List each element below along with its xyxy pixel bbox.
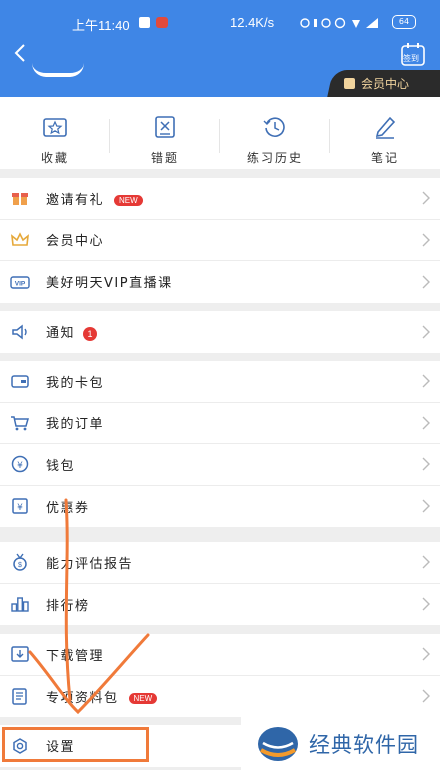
signin-button[interactable]: 签到 bbox=[399, 42, 427, 68]
menu-item-notifications[interactable]: 通知 1 bbox=[0, 311, 440, 353]
watermark-logo-icon bbox=[258, 726, 298, 761]
star-box-icon bbox=[43, 118, 67, 137]
menu-item-label: 我的卡包 bbox=[46, 375, 105, 391]
menu-group-notifications: 通知 1 bbox=[0, 311, 440, 353]
svg-text:¥: ¥ bbox=[17, 503, 23, 513]
menu-item-ranking[interactable]: 排行榜 bbox=[0, 584, 440, 626]
menu-item-label: 排行榜 bbox=[46, 598, 90, 614]
svg-text:¥: ¥ bbox=[17, 461, 23, 471]
avatar[interactable] bbox=[32, 63, 84, 77]
menu-item-vip-live[interactable]: VIP 美好明天VIP直播课 bbox=[0, 261, 440, 303]
back-arrow-icon[interactable] bbox=[10, 42, 32, 64]
wrong-box-icon bbox=[155, 116, 175, 138]
menu-item-label: 钱包 bbox=[46, 458, 76, 474]
new-badge: NEW bbox=[114, 194, 143, 206]
svg-text:$: $ bbox=[18, 562, 22, 569]
menu-item-orders[interactable]: 我的订单 bbox=[0, 403, 440, 444]
menu-group-reports: $ 能力评估报告 排行榜 bbox=[0, 542, 440, 625]
pen-icon bbox=[375, 116, 396, 139]
menu-item-label: 能力评估报告 bbox=[46, 556, 134, 572]
signin-label: 签到 bbox=[403, 54, 419, 63]
chevron-right-icon bbox=[422, 325, 430, 339]
speaker-icon bbox=[12, 324, 27, 340]
document-pack-icon bbox=[12, 688, 27, 705]
chevron-right-icon bbox=[422, 191, 430, 205]
quick-label: 错题 bbox=[150, 151, 179, 165]
chevron-right-icon bbox=[422, 233, 430, 247]
menu-item-label: 会员中心 bbox=[46, 234, 105, 250]
menu-item-label: 邀请有礼 bbox=[46, 192, 105, 208]
vip-crown-icon bbox=[344, 77, 355, 89]
chevron-right-icon bbox=[422, 457, 430, 471]
crown-icon bbox=[10, 231, 30, 246]
vip-icon: VIP bbox=[10, 276, 30, 289]
annotation-highlight-box bbox=[2, 727, 149, 762]
menu-item-label: 专项资料包 bbox=[46, 690, 119, 706]
ranking-icon bbox=[11, 597, 29, 612]
chevron-right-icon bbox=[422, 499, 430, 513]
chevron-right-icon bbox=[422, 647, 430, 661]
quick-notes[interactable]: 笔记 bbox=[330, 97, 440, 169]
menu-item-label: 我的订单 bbox=[46, 417, 105, 433]
menu-item-label: 美好明天VIP直播课 bbox=[46, 276, 173, 292]
menu-item-invite[interactable]: 邀请有礼 NEW bbox=[0, 178, 440, 220]
notification-app-icon-2 bbox=[156, 17, 168, 28]
yen-coin-icon: ¥ bbox=[11, 456, 29, 473]
coupon-icon: ¥ bbox=[12, 498, 28, 514]
quick-label: 笔记 bbox=[370, 151, 399, 165]
menu-group-account: 我的卡包 我的订单 ¥ 钱包 ¥ 优惠券 bbox=[0, 361, 440, 527]
quick-label: 收藏 bbox=[40, 151, 69, 165]
vip-center-banner[interactable]: 会员中心 bbox=[344, 71, 409, 95]
menu-item-ability-report[interactable]: $ 能力评估报告 bbox=[0, 542, 440, 584]
quick-actions: 收藏 错题 练习历史 笔记 bbox=[0, 97, 440, 169]
download-icon bbox=[11, 646, 29, 662]
chevron-right-icon bbox=[422, 275, 430, 289]
menu-item-download-manager[interactable]: 下载管理 bbox=[0, 634, 440, 676]
battery-icon: 64 bbox=[392, 15, 416, 29]
chevron-right-icon bbox=[422, 555, 430, 569]
chevron-right-icon bbox=[422, 597, 430, 611]
menu-item-card-wallet[interactable]: 我的卡包 bbox=[0, 361, 440, 403]
menu-item-label: 优惠券 bbox=[46, 500, 90, 516]
menu-item-vip-center[interactable]: 会员中心 bbox=[0, 220, 440, 261]
watermark: 经典软件园 bbox=[241, 717, 440, 770]
wallet-card-icon bbox=[11, 375, 29, 388]
menu-group-downloads: 下载管理 专项资料包 NEW bbox=[0, 634, 440, 717]
menu-group-promotions: 邀请有礼 NEW 会员中心 VIP 美好明天VIP直播课 bbox=[0, 178, 440, 303]
system-status-icons bbox=[300, 17, 378, 29]
menu-item-material-pack[interactable]: 专项资料包 NEW bbox=[0, 676, 440, 718]
status-bar: 上午11:40 12.4K/s 64 bbox=[0, 0, 440, 44]
quick-label: 练习历史 bbox=[246, 151, 303, 165]
cart-icon bbox=[11, 416, 29, 431]
chevron-right-icon bbox=[422, 689, 430, 703]
medal-icon: $ bbox=[13, 553, 27, 571]
quick-practice-history[interactable]: 练习历史 bbox=[220, 97, 330, 169]
gift-icon bbox=[12, 193, 28, 206]
svg-text:VIP: VIP bbox=[15, 280, 26, 287]
menu-item-label: 下载管理 bbox=[46, 648, 105, 664]
network-speed: 12.4K/s bbox=[230, 15, 275, 30]
history-clock-icon bbox=[263, 117, 285, 137]
chevron-right-icon bbox=[422, 374, 430, 388]
quick-wrong-questions[interactable]: 错题 bbox=[110, 97, 220, 169]
new-badge: NEW bbox=[128, 692, 158, 704]
vip-banner-label: 会员中心 bbox=[361, 76, 410, 91]
status-time: 上午11:40 bbox=[72, 18, 130, 33]
menu-item-coupons[interactable]: ¥ 优惠券 bbox=[0, 486, 440, 528]
notification-app-icon bbox=[139, 17, 150, 28]
watermark-text: 经典软件园 bbox=[309, 732, 419, 757]
chevron-right-icon bbox=[422, 416, 430, 430]
menu-item-label: 通知 bbox=[46, 326, 76, 342]
notification-count-badge: 1 bbox=[83, 326, 98, 341]
menu-item-wallet[interactable]: ¥ 钱包 bbox=[0, 444, 440, 486]
quick-favorites[interactable]: 收藏 bbox=[0, 97, 110, 169]
